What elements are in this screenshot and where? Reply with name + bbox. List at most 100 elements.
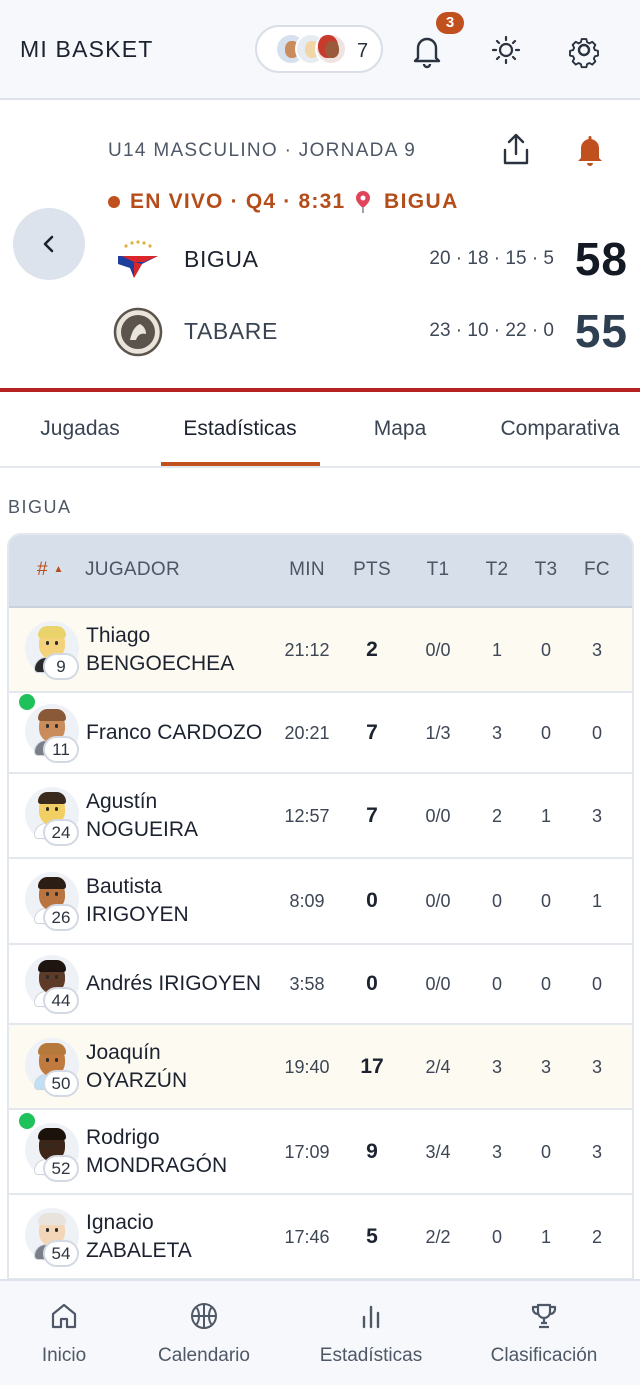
jersey-number-badge: 11 <box>43 736 79 763</box>
table-row[interactable]: 9 Thiago BENGOECHEA 21:12 2 0/0 1 0 3 <box>9 608 632 693</box>
player-name-line2: ZABALETA <box>86 1239 192 1262</box>
notifications-badge: 3 <box>436 12 464 34</box>
cell-t3: 0 <box>540 1141 551 1162</box>
player-avatar: 54 <box>25 1208 79 1267</box>
avatar-eye <box>55 1143 58 1147</box>
cell-min: 17:09 <box>284 1141 330 1162</box>
cell-t1: 2/4 <box>425 1056 451 1077</box>
avatar-eye <box>55 975 58 979</box>
player-name-line1: Rodrigo <box>86 1126 160 1149</box>
player-name-line1: Andrés IRIGOYEN <box>86 972 262 995</box>
table-row[interactable]: 11 Franco CARDOZO 20:21 7 1/3 3 0 0 <box>9 693 632 774</box>
game-alert-button[interactable] <box>568 128 612 172</box>
home-quarter-scores: 20 · 18 · 15 · 5 <box>429 248 554 269</box>
column-header-number[interactable]: # ▲ <box>37 559 64 581</box>
cell-pts: 7 <box>366 720 378 744</box>
nav-estadisticas-label: Estadísticas <box>319 1345 423 1366</box>
cell-t2: 1 <box>491 639 502 660</box>
cell-t3: 0 <box>540 722 551 743</box>
column-header-t3[interactable]: T3 <box>521 559 571 581</box>
cell-t3: 1 <box>540 1226 551 1247</box>
back-button[interactable] <box>13 208 85 280</box>
away-score: 55 <box>574 305 628 357</box>
cell-fc: 0 <box>591 974 602 994</box>
cell-min: 17:46 <box>284 1226 330 1247</box>
nav-calendario[interactable]: Calendario <box>128 1281 280 1385</box>
league-round-label: U14 MASCULINO · JORNADA 9 <box>108 140 417 161</box>
avatar-eye <box>55 641 58 645</box>
player-avatar: 9 <box>25 621 79 680</box>
cell-t3: 0 <box>540 974 551 994</box>
home-team-row[interactable]: BIGUA 20 · 18 · 15 · 5 58 <box>108 232 628 288</box>
player-name[interactable]: Ignacio ZABALETA <box>86 1209 192 1265</box>
game-summary-card: U14 MASCULINO · JORNADA 9 EN VIVO · Q4 ·… <box>0 100 640 392</box>
table-row[interactable]: 50 Joaquín OYARZÚN 19:40 17 2/4 3 3 3 <box>9 1025 632 1110</box>
cell-t2: 3 <box>491 722 502 743</box>
avatar-hair <box>38 709 66 721</box>
tab-mapa[interactable]: Mapa <box>320 392 480 466</box>
player-name[interactable]: Rodrigo MONDRAGÓN <box>86 1124 227 1180</box>
player-name[interactable]: Joaquín OYARZÚN <box>86 1039 187 1095</box>
app-title: MI BASKET <box>20 36 154 62</box>
location-pin-icon <box>356 191 370 213</box>
table-row[interactable]: 52 Rodrigo MONDRAGÓN 17:09 9 3/4 3 0 3 <box>9 1110 632 1195</box>
table-row[interactable]: 44 Andrés IRIGOYEN 3:58 0 0/0 0 0 0 <box>9 945 632 1025</box>
player-name[interactable]: Franco CARDOZO <box>86 719 262 747</box>
bottom-navigation: Inicio Calendario Estadísticas Clasifica… <box>0 1279 640 1385</box>
column-header-min[interactable]: MIN <box>279 559 335 581</box>
notifications-button[interactable] <box>405 28 449 72</box>
cell-t2: 2 <box>491 805 502 826</box>
sun-icon <box>491 35 521 65</box>
live-status: EN VIVO · Q4 · 8:31 <box>130 190 346 213</box>
cell-t3: 0 <box>540 639 551 660</box>
column-header-pts[interactable]: PTS <box>347 559 397 581</box>
cell-t1: 0/0 <box>425 891 451 911</box>
player-avatar: 52 <box>25 1123 79 1182</box>
nav-clasificacion[interactable]: Clasificación <box>474 1281 614 1385</box>
cell-t1: 2/2 <box>425 1226 451 1247</box>
tab-estadisticas[interactable]: Estadísticas <box>160 392 320 466</box>
player-name[interactable]: Agustín NOGUEIRA <box>86 788 198 844</box>
cell-t2: 0 <box>491 974 502 994</box>
active-tab-indicator <box>161 462 320 466</box>
trophy-icon <box>531 1303 557 1329</box>
player-avatar: 26 <box>25 872 79 931</box>
tab-jugadas[interactable]: Jugadas <box>0 392 160 466</box>
player-avatar: 11 <box>25 704 79 763</box>
cell-pts: 7 <box>366 803 378 827</box>
player-name[interactable]: Andrés IRIGOYEN <box>86 970 261 998</box>
away-team-row[interactable]: TABARE 23 · 10 · 22 · 0 55 <box>108 304 628 360</box>
cell-t1: 0/0 <box>425 639 451 660</box>
player-name-line2: IRIGOYEN <box>86 903 189 926</box>
avatar-eye <box>46 641 49 645</box>
chevron-left-icon <box>43 235 54 253</box>
player-name[interactable]: Bautista IRIGOYEN <box>86 873 189 929</box>
avatar-eye <box>46 807 49 811</box>
player-name[interactable]: Thiago BENGOECHEA <box>86 622 234 678</box>
theme-toggle-button[interactable] <box>484 28 528 72</box>
followed-players-chip[interactable]: 7 <box>255 25 383 73</box>
avatar-hair <box>38 1128 66 1140</box>
column-header-t2[interactable]: T2 <box>472 559 522 581</box>
bar-chart-icon <box>362 1305 380 1329</box>
cell-pts: 2 <box>366 637 378 661</box>
nav-estadisticas[interactable]: Estadísticas <box>296 1281 446 1385</box>
settings-button[interactable] <box>562 28 606 72</box>
cell-t1: 3/4 <box>425 1141 451 1162</box>
share-button[interactable] <box>494 128 538 172</box>
table-row[interactable]: 26 Bautista IRIGOYEN 8:09 0 0/0 0 0 1 <box>9 859 632 945</box>
avatar-hair <box>38 960 66 972</box>
nav-inicio[interactable]: Inicio <box>0 1281 128 1385</box>
player-name-line1: Ignacio <box>86 1211 154 1234</box>
home-icon <box>51 1303 77 1329</box>
table-row[interactable]: 54 Ignacio ZABALETA 17:46 5 2/2 0 1 2 <box>9 1195 632 1280</box>
player-name-line1: Franco CARDOZO <box>86 721 263 744</box>
table-row[interactable]: 24 Agustín NOGUEIRA 12:57 7 0/0 2 1 3 <box>9 774 632 859</box>
followed-avatar <box>315 33 347 65</box>
tab-comparativa[interactable]: Comparativa <box>480 392 640 466</box>
app-root: MI BASKET 7 3 U14 MASCULINO · JORNADA 9 … <box>0 0 640 1385</box>
cell-t2: 3 <box>491 1056 502 1077</box>
column-header-fc[interactable]: FC <box>572 559 622 581</box>
column-header-t1[interactable]: T1 <box>413 559 463 581</box>
column-header-player[interactable]: JUGADOR <box>85 559 180 581</box>
